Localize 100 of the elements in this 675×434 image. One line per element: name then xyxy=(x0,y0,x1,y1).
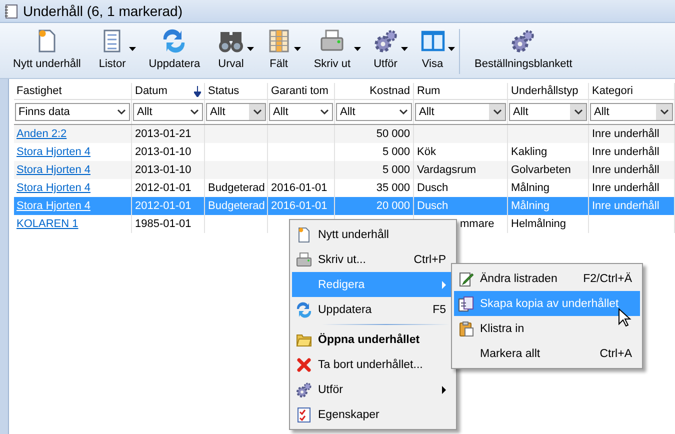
dropdown-arrow-icon[interactable] xyxy=(448,47,456,51)
column-header[interactable]: Rum xyxy=(414,83,508,100)
table-cell: Dusch xyxy=(417,200,448,212)
table-cell: Inre underhåll xyxy=(592,128,660,140)
table-cell: Budgeterad xyxy=(208,182,265,194)
toolbar-button[interactable]: Skriv ut xyxy=(304,27,365,72)
chevron-down-icon xyxy=(574,108,582,114)
delete-icon xyxy=(296,356,312,372)
table-cell: Kök xyxy=(417,146,436,158)
table-cell: Inre underhåll xyxy=(592,182,660,194)
table-cell: 2013-01-21 xyxy=(135,128,192,140)
table-cell: 2013-01-10 xyxy=(135,164,192,176)
clipboard-icon xyxy=(458,320,474,336)
columns-grid-icon xyxy=(266,29,291,53)
menu-item[interactable]: Markera allt Ctrl+A xyxy=(454,341,640,366)
table-cell: 35 000 xyxy=(376,182,410,194)
table-cell: Helmålning xyxy=(511,218,566,230)
table-cell: Dusch xyxy=(417,182,448,194)
toolbar-button[interactable]: Uppdatera xyxy=(140,27,210,72)
toolbar-button[interactable]: Utför xyxy=(364,27,412,72)
toolbar-button[interactable]: Urval xyxy=(209,27,258,72)
toolbar-button[interactable]: Visa xyxy=(412,27,459,72)
filter-dropdown[interactable]: Allt xyxy=(133,102,203,120)
chevron-down-icon xyxy=(320,108,329,114)
menu-item[interactable]: Skriv ut... Ctrl+P xyxy=(292,247,454,272)
table-cell: 1985-01-01 xyxy=(135,218,192,230)
column-header[interactable]: Kategori xyxy=(588,83,674,100)
column-header[interactable]: Underhållstyp xyxy=(508,83,588,100)
filter-dropdown[interactable]: Allt xyxy=(415,102,506,120)
table-cell: 5 000 xyxy=(382,146,410,158)
table-cell: Golvarbeten xyxy=(511,164,571,176)
column-header[interactable]: Garanti tom xyxy=(268,83,334,100)
table-cell: Inre underhåll xyxy=(592,146,660,158)
property-link[interactable]: Stora Hjorten 4 xyxy=(16,146,90,158)
table-cell: 5 000 xyxy=(382,164,410,176)
filter-dropdown[interactable]: Allt xyxy=(509,102,587,120)
table-row[interactable]: Anden 2:2 2013-01-21 50 000 Inre underhåll xyxy=(14,124,674,143)
filter-dropdown[interactable]: Finns data xyxy=(14,102,130,120)
menu-item[interactable]: Klistra in xyxy=(454,316,640,341)
new-document-icon xyxy=(296,226,312,242)
dropdown-arrow-icon[interactable] xyxy=(129,47,136,51)
table-cell: Inre underhåll xyxy=(592,164,660,176)
filter-dropdown[interactable]: Allt xyxy=(590,102,673,120)
folder-icon xyxy=(296,332,312,348)
copy-icon xyxy=(458,296,474,312)
sort-arrow-icon xyxy=(194,86,201,96)
table-cell: Målning xyxy=(511,182,550,194)
column-header[interactable]: Fastighet xyxy=(14,83,132,100)
table-cell: Målning xyxy=(511,200,550,212)
dropdown-arrow-icon[interactable] xyxy=(247,47,254,51)
edit-icon xyxy=(458,270,474,286)
table-row[interactable]: Stora Hjorten 4 2013-01-10 5 000 Vardagsrum Golvarbeten Inre underhåll xyxy=(14,161,674,179)
table-cell: Budgeterad xyxy=(208,200,265,212)
gears-icon xyxy=(296,382,312,398)
table-cell: 20 000 xyxy=(376,200,410,212)
window-title: Underhåll (6, 1 markerad) xyxy=(23,3,183,19)
gears-icon xyxy=(511,29,536,53)
binoculars-icon xyxy=(218,29,243,53)
toolbar-button[interactable]: Beställningsblankett xyxy=(466,27,582,72)
printer-icon xyxy=(320,29,344,53)
column-header[interactable]: Status xyxy=(204,83,268,100)
menu-item[interactable]: Egenskaper xyxy=(292,402,454,427)
mouse-cursor-icon xyxy=(618,308,632,328)
property-link[interactable]: Stora Hjorten 4 xyxy=(16,182,90,194)
menu-item[interactable]: Ta bort underhållet... xyxy=(292,352,454,377)
property-link[interactable]: KOLAREN 1 xyxy=(16,218,78,230)
dropdown-arrow-icon[interactable] xyxy=(294,47,302,51)
table-cell: mmare xyxy=(460,218,494,230)
menu-item[interactable]: Öppna underhållet xyxy=(292,327,454,352)
filter-dropdown[interactable]: Allt xyxy=(336,102,412,120)
menu-item[interactable]: Utför xyxy=(292,377,454,402)
chevron-down-icon xyxy=(660,108,668,114)
table-cell: 2012-01-01 xyxy=(135,182,192,194)
table-cell: Kakling xyxy=(511,146,548,158)
chevron-down-icon xyxy=(252,108,262,114)
toolbar-button[interactable]: Fält xyxy=(258,27,305,72)
checklist-icon xyxy=(296,406,312,422)
dropdown-arrow-icon[interactable] xyxy=(354,47,362,51)
table-cell: 2013-01-10 xyxy=(135,146,192,158)
chevron-down-icon xyxy=(492,108,502,114)
chevron-down-icon xyxy=(399,108,408,114)
gears-icon xyxy=(374,29,398,53)
filter-dropdown[interactable]: Allt xyxy=(269,102,333,120)
submenu-arrow-icon xyxy=(442,280,446,288)
table-cell: 2016-01-01 xyxy=(271,200,328,212)
table-cell: 2016-01-01 xyxy=(271,182,328,194)
chevron-down-icon xyxy=(190,108,199,114)
table-cell: Inre underhåll xyxy=(592,200,660,212)
chevron-down-icon xyxy=(117,108,126,114)
column-header[interactable]: Datum xyxy=(132,83,204,100)
printer-icon xyxy=(296,252,312,268)
toolbar-button[interactable]: Listor xyxy=(90,27,140,72)
filter-dropdown[interactable]: Allt xyxy=(206,102,266,120)
dropdown-arrow-icon[interactable] xyxy=(401,47,408,51)
toolbar-button[interactable]: Nytt underhåll xyxy=(4,27,90,72)
refresh-icon xyxy=(296,302,312,318)
notebook-icon xyxy=(4,4,18,18)
submenu-arrow-icon xyxy=(442,386,446,394)
menu-item[interactable]: Ändra listraden F2/Ctrl+Ä xyxy=(454,266,640,291)
column-header[interactable]: Kostnad xyxy=(334,83,414,100)
